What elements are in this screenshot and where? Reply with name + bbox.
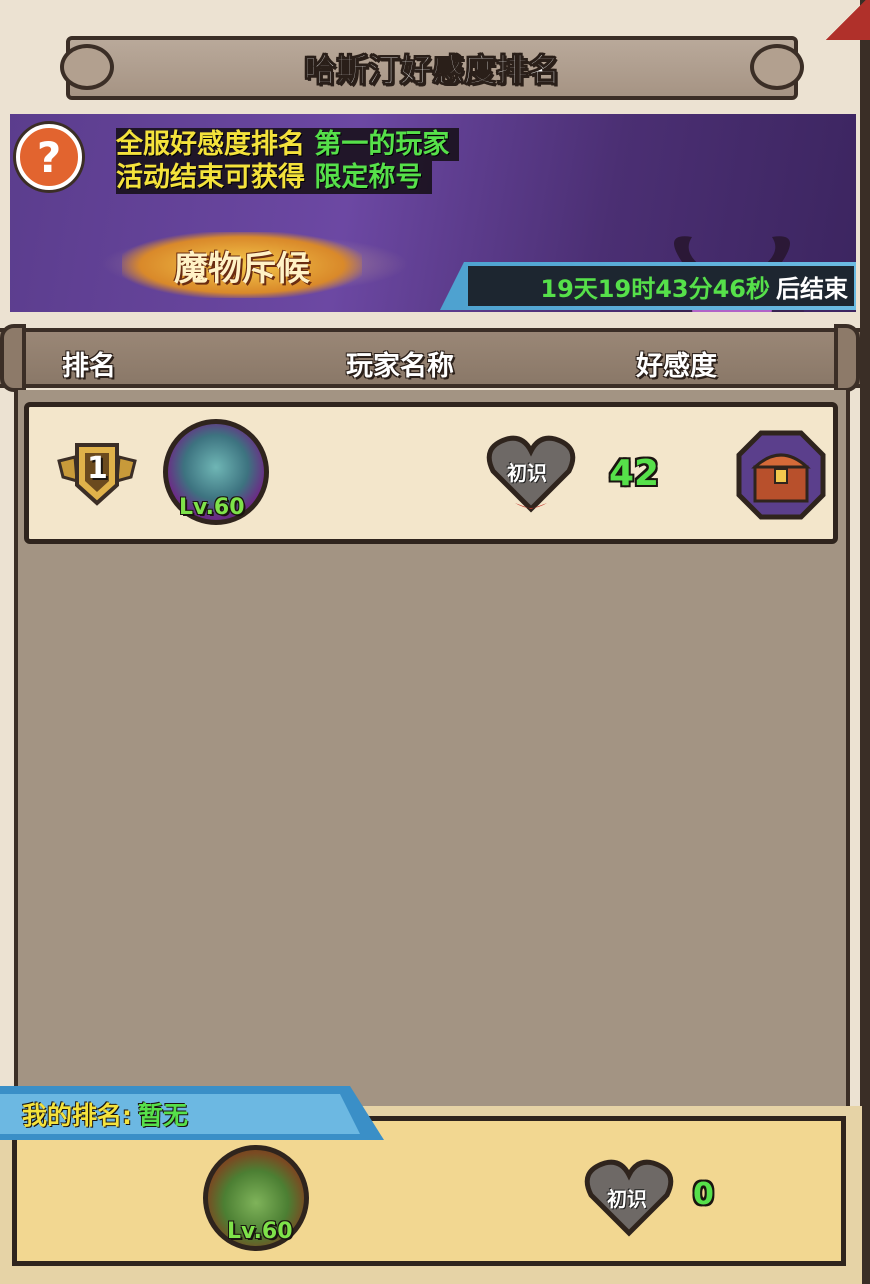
player-level: Lv.60 bbox=[179, 495, 245, 520]
column-header: 排名 玩家名称 好感度 bbox=[0, 324, 860, 392]
my-rank-label: 我的排名: bbox=[22, 1101, 132, 1130]
relation-label: 初识 bbox=[507, 461, 547, 485]
header-cap-left bbox=[0, 324, 26, 392]
title-ribbon: 哈斯汀好感度排名 bbox=[60, 36, 804, 100]
column-player-name: 玩家名称 bbox=[346, 351, 454, 382]
treasure-chest-icon[interactable] bbox=[735, 429, 827, 521]
my-relation-label: 初识 bbox=[607, 1187, 647, 1211]
my-rank-tag: 我的排名: 暂无 bbox=[0, 1086, 384, 1140]
ranking-row[interactable]: 1 Lv.60 初识 42 bbox=[24, 402, 838, 544]
my-level: Lv.60 bbox=[227, 1219, 293, 1244]
scroll-ornament-left bbox=[60, 44, 114, 90]
countdown-inner: 19天19时43分46秒 后结束 bbox=[468, 266, 854, 306]
countdown-timer: 19天19时43分46秒 bbox=[540, 274, 770, 303]
countdown-suffix: 后结束 bbox=[776, 274, 848, 303]
scroll-ornament-right bbox=[750, 44, 804, 90]
description-highlight: 第一的玩家 bbox=[314, 129, 450, 160]
rank-number: 1 bbox=[87, 451, 108, 486]
column-rank: 排名 bbox=[62, 351, 116, 382]
event-logo: 魔物斥候 bbox=[122, 232, 362, 298]
my-favor-value: 0 bbox=[693, 1177, 714, 1212]
countdown-band: 19天19时43分46秒 后结束 bbox=[440, 262, 856, 310]
event-description: 全服好感度排名 第一的玩家 活动结束可获得 限定称号 bbox=[116, 128, 460, 194]
favor-value: 42 bbox=[609, 453, 660, 494]
description-highlight: 限定称号 bbox=[314, 162, 423, 193]
page-title: 哈斯汀好感度排名 bbox=[303, 51, 560, 90]
event-logo-text: 魔物斥候 bbox=[174, 248, 310, 289]
header-cap-right bbox=[834, 324, 860, 392]
corner-decoration bbox=[822, 0, 870, 40]
my-rank-tag-inner: 我的排名: 暂无 bbox=[0, 1094, 360, 1134]
description-line-2: 活动结束可获得 限定称号 bbox=[116, 161, 433, 194]
help-button[interactable]: ? bbox=[16, 124, 82, 190]
my-rank-value: 暂无 bbox=[138, 1101, 189, 1130]
description-line-1: 全服好感度排名 第一的玩家 bbox=[116, 128, 460, 161]
description-text: 全服好感度排名 bbox=[116, 129, 305, 160]
description-text: 活动结束可获得 bbox=[116, 162, 305, 193]
column-favor: 好感度 bbox=[636, 351, 717, 382]
